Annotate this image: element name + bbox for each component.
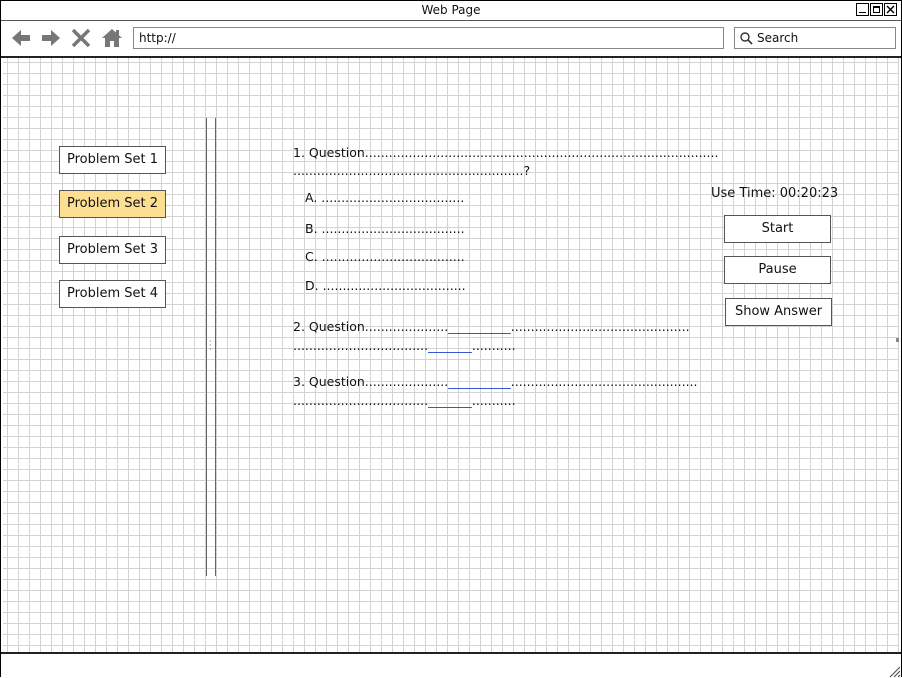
show-answer-button[interactable]: Show Answer bbox=[725, 298, 832, 326]
question-3-text-cont: ........................................… bbox=[510, 374, 698, 389]
question-1-option-d[interactable]: D. .................................... bbox=[305, 278, 466, 293]
start-button-label: Start bbox=[761, 221, 794, 236]
question-3-text-line2: .................................. bbox=[293, 393, 429, 408]
use-time-label: Use Time: 00:20:23 bbox=[711, 186, 839, 201]
back-arrow-icon[interactable] bbox=[10, 27, 32, 49]
question-1-option-a[interactable]: A. .................................... bbox=[305, 190, 464, 205]
question-2-blank-1[interactable]: __________ bbox=[448, 319, 511, 334]
status-bar bbox=[1, 652, 901, 678]
question-2-text-cont: ........................................… bbox=[510, 319, 690, 334]
question-1-option-c[interactable]: C. .................................... bbox=[305, 249, 465, 264]
problem-set-label: Problem Set 1 bbox=[66, 152, 159, 167]
title-bar: Web Page bbox=[1, 1, 901, 21]
start-button[interactable]: Start bbox=[724, 215, 831, 243]
page-content: Problem Set 1 Problem Set 2 Problem Set … bbox=[3, 58, 899, 652]
question-2-blank-2[interactable]: _______ bbox=[428, 338, 472, 353]
window-controls bbox=[856, 3, 897, 16]
splitter-grip-icon: · · · bbox=[209, 337, 212, 354]
question-3-blank-2[interactable]: _______ bbox=[428, 393, 472, 408]
problem-set-2-button[interactable]: Problem Set 2 bbox=[59, 190, 166, 218]
question-1-option-b[interactable]: B. .................................... bbox=[305, 221, 465, 236]
question-3-text: 3. Question..................... bbox=[293, 374, 449, 389]
close-window-icon[interactable] bbox=[884, 3, 897, 16]
problem-set-4-button[interactable]: Problem Set 4 bbox=[59, 280, 166, 308]
question-3-blank-1[interactable]: __________ bbox=[448, 374, 511, 389]
maximize-icon[interactable] bbox=[870, 3, 883, 16]
search-icon bbox=[740, 32, 753, 45]
pause-button[interactable]: Pause bbox=[724, 256, 831, 284]
question-2-text-end: ........... bbox=[471, 338, 516, 353]
forward-arrow-icon[interactable] bbox=[40, 27, 62, 49]
browser-toolbar: http:// Search bbox=[1, 21, 901, 58]
question-2-text-line2: .................................. bbox=[293, 338, 429, 353]
address-bar-text: http:// bbox=[139, 31, 176, 45]
stop-icon[interactable] bbox=[70, 27, 92, 49]
minimize-icon[interactable] bbox=[856, 3, 869, 16]
browser-window: Web Page http:// Search Problem Set 1 Pr… bbox=[0, 0, 902, 678]
window-title: Web Page bbox=[421, 3, 481, 17]
question-3-line-1: 3. Question.....................________… bbox=[293, 374, 698, 389]
question-1-line-2: ........................................… bbox=[293, 163, 531, 178]
show-answer-button-label: Show Answer bbox=[734, 304, 823, 319]
problem-set-label: Problem Set 3 bbox=[66, 242, 159, 257]
search-placeholder: Search bbox=[757, 31, 799, 45]
problem-set-3-button[interactable]: Problem Set 3 bbox=[59, 236, 166, 264]
vertical-splitter[interactable]: · · · bbox=[206, 118, 216, 576]
question-2-text: 2. Question..................... bbox=[293, 319, 449, 334]
address-bar[interactable]: http:// bbox=[133, 27, 724, 49]
resize-grip-icon[interactable] bbox=[887, 664, 901, 678]
problem-set-label: Problem Set 4 bbox=[66, 286, 159, 301]
question-1-line-1: 1. Question.............................… bbox=[293, 145, 719, 160]
question-3-line-2: ..................................______… bbox=[293, 393, 516, 408]
pause-button-label: Pause bbox=[758, 262, 797, 277]
problem-set-1-button[interactable]: Problem Set 1 bbox=[59, 146, 166, 174]
question-2-line-1: 2. Question.....................________… bbox=[293, 319, 690, 334]
question-3-text-end: ........... bbox=[471, 393, 516, 408]
browser-search-input[interactable]: Search bbox=[734, 27, 896, 49]
scroll-notch bbox=[896, 338, 899, 342]
problem-set-label: Problem Set 2 bbox=[66, 196, 159, 211]
question-2-line-2: ..................................______… bbox=[293, 338, 516, 353]
home-icon[interactable] bbox=[101, 27, 123, 49]
